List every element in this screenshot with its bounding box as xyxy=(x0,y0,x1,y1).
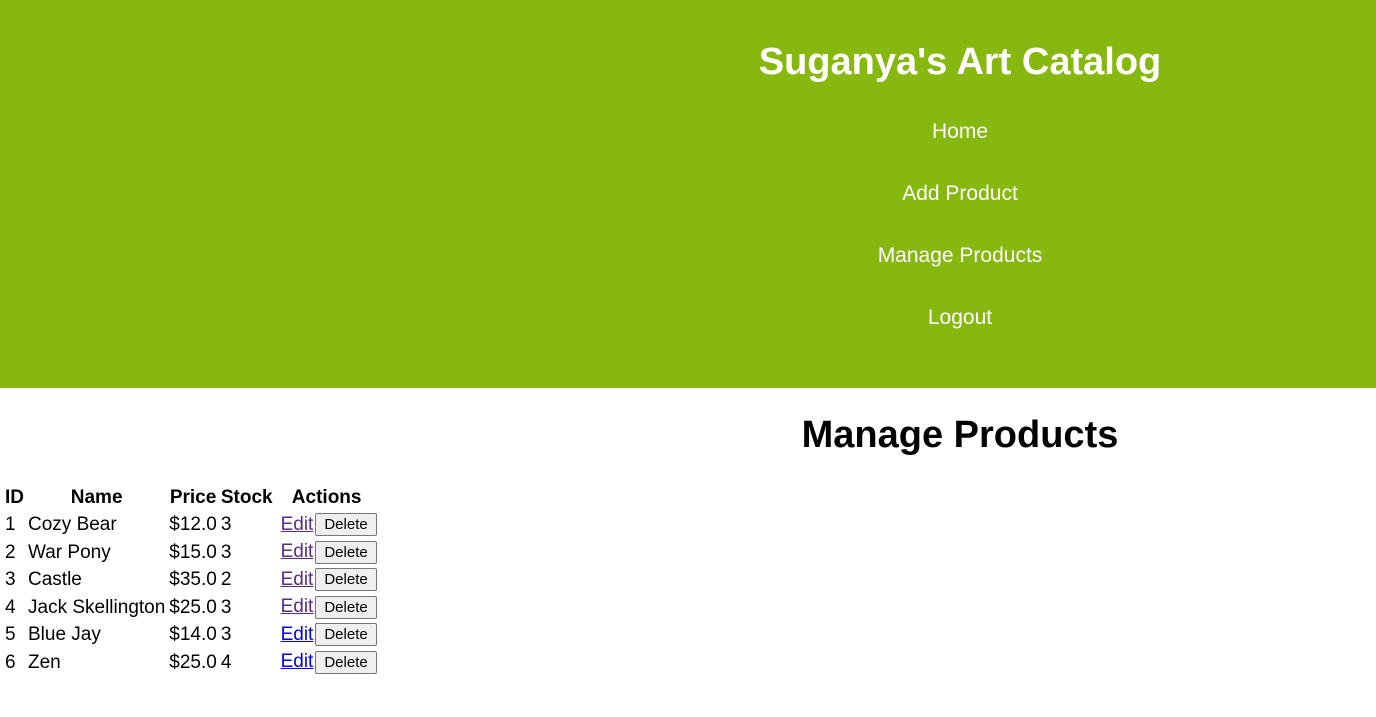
cell-price: $25.0 xyxy=(169,596,217,618)
cell-stock: 4 xyxy=(220,651,232,673)
column-header-stock: Stock xyxy=(220,487,273,508)
cell-name: Cozy Bear xyxy=(28,514,117,536)
cell-name: Blue Jay xyxy=(28,624,101,646)
cell-id: 4 xyxy=(5,596,16,618)
cell-price: $14.0 xyxy=(169,624,217,646)
cell-stock: 3 xyxy=(220,596,232,618)
nav-home-link[interactable]: Home xyxy=(544,119,1376,145)
table-row: 5 Blue Jay $14.0 3 Edit Delete xyxy=(4,622,378,647)
cell-actions: Edit Delete xyxy=(276,539,378,564)
cell-id: 1 xyxy=(5,514,16,536)
cell-name: Castle xyxy=(28,569,82,591)
cell-stock: 3 xyxy=(220,541,232,563)
nav-logout-link[interactable]: Logout xyxy=(544,305,1376,331)
cell-name: Zen xyxy=(28,651,61,673)
delete-button[interactable]: Delete xyxy=(315,623,377,647)
table-row: 1 Cozy Bear $12.0 3 Edit Delete xyxy=(4,512,378,537)
cell-name: War Pony xyxy=(28,541,111,563)
nav-manage-products-link[interactable]: Manage Products xyxy=(544,243,1376,269)
cell-price: $25.0 xyxy=(169,651,217,673)
table-row: 4 Jack Skellington $25.0 3 Edit Delete xyxy=(4,594,378,619)
nav-add-product-link[interactable]: Add Product xyxy=(544,181,1376,207)
cell-name: Jack Skellington xyxy=(28,596,166,618)
cell-stock: 3 xyxy=(220,514,232,536)
cell-price: $12.0 xyxy=(169,514,217,536)
page-title: Manage Products xyxy=(801,414,1119,456)
column-header-actions: Actions xyxy=(291,487,362,508)
cell-actions: Edit Delete xyxy=(276,512,378,537)
cell-price: $15.0 xyxy=(169,541,217,563)
products-table-body: 1 Cozy Bear $12.0 3 Edit Delete 2 War Pony $15.0… xyxy=(4,512,378,675)
delete-button[interactable]: Delete xyxy=(315,540,377,564)
cell-id: 6 xyxy=(5,651,16,673)
table-row: 2 War Pony $15.0 3 Edit Delete xyxy=(4,539,378,564)
column-header-id: ID xyxy=(5,487,24,508)
cell-id: 2 xyxy=(5,541,16,563)
products-table: ID Name Price Stock Actions 1 Cozy Bear $1… xyxy=(2,483,380,677)
cell-actions: Edit Delete xyxy=(276,594,378,619)
cell-stock: 3 xyxy=(220,624,232,646)
cell-id: 5 xyxy=(5,624,16,646)
edit-link[interactable]: Edit xyxy=(281,624,314,645)
delete-button[interactable]: Delete xyxy=(315,513,377,537)
site-title: Suganya's Art Catalog xyxy=(758,41,1162,83)
cell-id: 3 xyxy=(5,569,16,591)
column-header-name: Name xyxy=(70,487,123,508)
table-row: 6 Zen $25.0 4 Edit Delete xyxy=(4,649,378,674)
cell-stock: 2 xyxy=(220,569,232,591)
delete-button[interactable]: Delete xyxy=(315,650,377,674)
edit-link[interactable]: Edit xyxy=(281,541,314,562)
edit-link[interactable]: Edit xyxy=(281,514,314,535)
column-header-price: Price xyxy=(169,487,217,508)
cell-actions: Edit Delete xyxy=(276,649,378,674)
cell-price: $35.0 xyxy=(169,569,217,591)
delete-button[interactable]: Delete xyxy=(315,568,377,592)
delete-button[interactable]: Delete xyxy=(315,595,377,619)
site-header: Suganya's Art Catalog Home Add Product M… xyxy=(0,0,1376,388)
edit-link[interactable]: Edit xyxy=(281,651,314,672)
cell-actions: Edit Delete xyxy=(276,622,378,647)
edit-link[interactable]: Edit xyxy=(281,596,314,617)
edit-link[interactable]: Edit xyxy=(281,569,314,590)
table-row: 3 Castle $35.0 2 Edit Delete xyxy=(4,567,378,592)
cell-actions: Edit Delete xyxy=(276,567,378,592)
table-header-row: ID Name Price Stock Actions xyxy=(4,485,378,510)
